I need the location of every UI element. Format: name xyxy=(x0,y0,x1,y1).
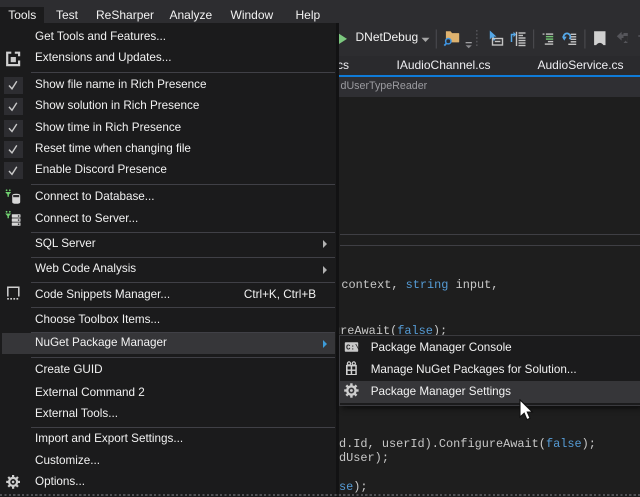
svg-text:C:\: C:\ xyxy=(346,344,360,352)
svg-text:DNetDebug: DNetDebug xyxy=(356,30,419,44)
